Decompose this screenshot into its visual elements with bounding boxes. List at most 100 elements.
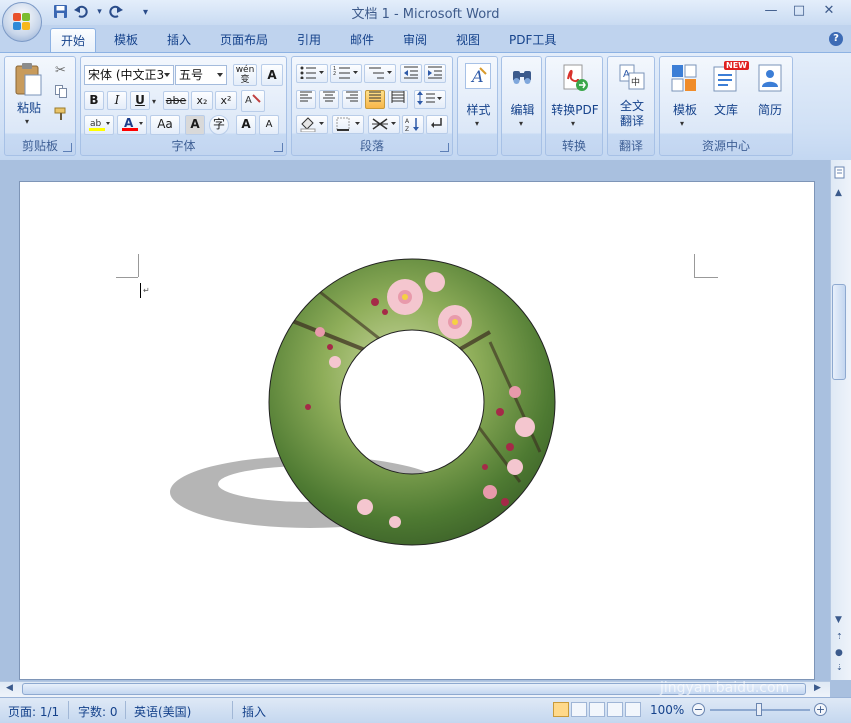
templates-dropdown-icon[interactable]: ▾: [680, 119, 684, 128]
zoom-in-icon[interactable]: +: [814, 703, 827, 716]
minimize-button[interactable]: —: [758, 2, 784, 20]
increase-indent-icon[interactable]: [424, 64, 446, 83]
maximize-button[interactable]: □: [786, 2, 812, 20]
font-size-combo[interactable]: 五号: [175, 65, 227, 85]
cut-icon[interactable]: ✂: [55, 63, 66, 78]
tab-review[interactable]: 审阅: [393, 30, 437, 51]
library-button[interactable]: 文库: [706, 101, 746, 118]
word-count[interactable]: 字数: 0: [78, 703, 118, 720]
tab-page-layout[interactable]: 页面布局: [210, 30, 278, 51]
change-case-button[interactable]: Aa: [150, 115, 180, 135]
binoculars-icon[interactable]: [509, 63, 535, 89]
align-center-icon[interactable]: [319, 90, 339, 109]
styles-button[interactable]: 样式: [458, 101, 499, 118]
select-browse-object-icon[interactable]: ●: [835, 648, 843, 658]
font-launcher-icon[interactable]: [274, 143, 283, 152]
redo-icon[interactable]: [107, 4, 124, 21]
resume-button[interactable]: 简历: [748, 101, 792, 118]
scroll-right-icon[interactable]: ▶: [814, 683, 821, 693]
borders-icon[interactable]: [332, 115, 364, 134]
tab-insert[interactable]: 插入: [157, 30, 201, 51]
undo-icon[interactable]: [73, 4, 90, 21]
copy-icon[interactable]: [55, 85, 67, 98]
multilevel-list-icon[interactable]: [364, 64, 396, 83]
resume-icon[interactable]: [756, 63, 784, 93]
web-layout-icon[interactable]: [589, 702, 605, 717]
underline-button[interactable]: U: [130, 91, 150, 110]
ruler-toggle-icon[interactable]: [834, 166, 846, 180]
grow-font-button[interactable]: A: [236, 115, 256, 135]
paste-icon[interactable]: [13, 61, 43, 97]
tab-view[interactable]: 视图: [446, 30, 490, 51]
chinese-layout-icon[interactable]: [368, 115, 400, 134]
decrease-indent-icon[interactable]: [400, 64, 422, 83]
close-button[interactable]: ✕: [816, 2, 842, 20]
justify-icon[interactable]: [365, 90, 385, 109]
phonetic-guide-button[interactable]: wén 变: [233, 64, 257, 86]
convert-pdf-button[interactable]: 转换PDF: [546, 101, 604, 118]
convert-dropdown-icon[interactable]: ▾: [571, 119, 575, 128]
styles-dropdown-icon[interactable]: ▾: [475, 119, 479, 128]
donut-shape[interactable]: [160, 252, 580, 552]
subscript-button[interactable]: x₂: [191, 91, 213, 110]
paste-button[interactable]: 粘贴: [9, 99, 49, 116]
vertical-scroll-thumb[interactable]: [832, 284, 846, 380]
superscript-button[interactable]: x²: [215, 91, 237, 110]
tab-pdf-tools[interactable]: PDF工具: [499, 30, 566, 51]
bullets-icon[interactable]: [296, 64, 328, 83]
print-layout-icon[interactable]: [553, 702, 569, 717]
editing-dropdown-icon[interactable]: ▾: [519, 119, 523, 128]
align-right-icon[interactable]: [342, 90, 362, 109]
editing-button[interactable]: 编辑: [502, 101, 543, 118]
previous-page-icon[interactable]: ⇡: [836, 632, 843, 641]
shrink-font-button[interactable]: A: [259, 115, 279, 135]
sort-icon[interactable]: AZ: [402, 115, 424, 134]
insert-mode[interactable]: 插入: [242, 703, 266, 720]
zoom-level[interactable]: 100%: [650, 703, 684, 717]
underline-dropdown-icon[interactable]: ▾: [152, 97, 156, 106]
pdf-convert-icon[interactable]: [560, 63, 590, 93]
shading-icon[interactable]: [296, 115, 328, 134]
tab-references[interactable]: 引用: [287, 30, 331, 51]
full-translate-button[interactable]: 全文 翻译: [608, 99, 656, 129]
templates-button[interactable]: 模板: [663, 101, 707, 118]
language-indicator[interactable]: 英语(美国): [134, 703, 191, 720]
align-left-icon[interactable]: [296, 90, 316, 109]
help-icon[interactable]: ?: [829, 32, 843, 46]
clear-format-button[interactable]: A: [261, 64, 283, 86]
show-marks-icon[interactable]: [426, 115, 448, 134]
document-page[interactable]: ↵: [19, 181, 815, 680]
italic-button[interactable]: I: [107, 91, 127, 110]
highlight-button[interactable]: ab: [84, 115, 114, 135]
page-indicator[interactable]: 页面: 1/1: [8, 703, 59, 720]
scroll-left-icon[interactable]: ◀: [6, 683, 13, 693]
font-color-button[interactable]: A: [117, 115, 147, 135]
scroll-down-icon[interactable]: ▼: [835, 615, 842, 625]
font-name-combo[interactable]: 宋体 (中文正3: [84, 65, 174, 85]
zoom-out-icon[interactable]: −: [692, 703, 705, 716]
paragraph-launcher-icon[interactable]: [440, 143, 449, 152]
office-button[interactable]: [2, 2, 42, 42]
save-icon[interactable]: [52, 4, 69, 21]
scroll-up-icon[interactable]: ▲: [835, 188, 842, 198]
translate-icon[interactable]: A中: [618, 63, 646, 91]
distributed-align-icon[interactable]: [388, 90, 408, 109]
outline-view-icon[interactable]: [607, 702, 623, 717]
enclose-characters-button[interactable]: 字: [209, 115, 229, 135]
paste-dropdown-icon[interactable]: ▾: [25, 117, 29, 126]
draft-view-icon[interactable]: [625, 702, 641, 717]
bold-button[interactable]: B: [84, 91, 104, 110]
zoom-slider-thumb[interactable]: [756, 703, 762, 716]
styles-icon[interactable]: A: [465, 63, 491, 89]
full-screen-reading-icon[interactable]: [571, 702, 587, 717]
undo-dropdown-icon[interactable]: ▾: [91, 4, 108, 21]
tab-home[interactable]: 开始: [50, 28, 97, 53]
format-painter-icon[interactable]: [54, 107, 68, 121]
next-page-icon[interactable]: ⇣: [836, 663, 843, 672]
strikethrough-button[interactable]: abe: [163, 91, 189, 110]
tab-mailings[interactable]: 邮件: [340, 30, 384, 51]
line-spacing-icon[interactable]: [414, 90, 446, 109]
character-shading-button[interactable]: A: [185, 115, 205, 135]
template-icon[interactable]: [670, 63, 698, 93]
numbering-icon[interactable]: 12: [330, 64, 362, 83]
